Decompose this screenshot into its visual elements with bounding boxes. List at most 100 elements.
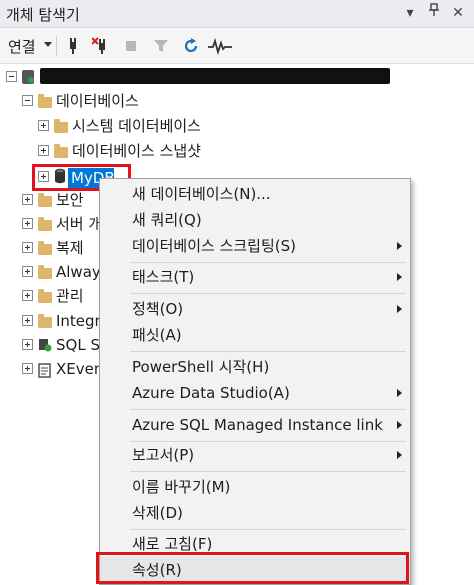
expand-toggle[interactable] — [22, 363, 33, 374]
folder-icon — [38, 193, 52, 207]
tree-node-server-objects[interactable]: 서버 개 — [0, 213, 103, 235]
folder-icon — [38, 217, 52, 231]
menu-item-script-database[interactable]: 데이터베이스 스크립팅(S) — [100, 233, 410, 259]
expand-toggle[interactable] — [22, 266, 33, 277]
folder-icon — [38, 265, 52, 279]
submenu-arrow-icon — [397, 421, 402, 429]
folder-icon — [54, 119, 68, 133]
database-icon — [54, 168, 66, 188]
menu-item-label: 새 데이터베이스(N)... — [132, 185, 271, 203]
expand-toggle[interactable] — [22, 194, 33, 205]
folder-icon — [54, 144, 68, 158]
tree-node-sql-agent[interactable]: SQL Se — [0, 334, 109, 359]
tree-node-integration[interactable]: Integra — [0, 310, 110, 332]
context-menu: 새 데이터베이스(N)... 새 쿼리(Q) 데이터베이스 스크립팅(S) 태스… — [99, 178, 411, 585]
tree-node-label: 시스템 데이터베이스 — [72, 117, 201, 135]
menu-item-policies[interactable]: 정책(O) — [100, 296, 410, 322]
tree-node-server[interactable] — [0, 66, 474, 88]
tree-node-label: 서버 개 — [56, 215, 103, 233]
menu-separator — [130, 293, 406, 294]
menu-item-label: 속성(R) — [132, 561, 182, 579]
menu-separator — [130, 262, 406, 263]
tree-node-database-snapshots[interactable]: 데이터베이스 스냅샷 — [0, 140, 300, 162]
expand-toggle[interactable] — [38, 120, 49, 131]
menu-separator — [130, 529, 406, 530]
folder-icon — [38, 314, 52, 328]
activity-monitor-icon[interactable] — [208, 37, 232, 56]
menu-item-label: PowerShell 시작(H) — [132, 358, 270, 376]
collapse-toggle[interactable] — [6, 71, 17, 82]
menu-item-label: 이름 바꾸기(M) — [132, 478, 231, 496]
menu-item-new-query[interactable]: 새 쿼리(Q) — [100, 207, 410, 233]
submenu-arrow-icon — [397, 389, 402, 397]
menu-item-label: Azure SQL Managed Instance link — [132, 416, 383, 434]
menu-item-start-powershell[interactable]: PowerShell 시작(H) — [100, 354, 410, 380]
menu-item-label: 삭제(D) — [132, 504, 183, 522]
tree-node-label: 복제 — [56, 239, 84, 257]
expand-toggle[interactable] — [22, 242, 33, 253]
connect-plug-icon[interactable] — [64, 37, 82, 55]
menu-item-azure-data-studio[interactable]: Azure Data Studio(A) — [100, 380, 410, 406]
expand-toggle[interactable] — [38, 171, 49, 182]
disconnect-icon[interactable] — [91, 37, 110, 55]
panel-titlebar: 개체 탐색기 ▾ ✕ — [0, 0, 474, 28]
menu-item-reports[interactable]: 보고서(P) — [100, 442, 410, 468]
menu-item-azure-sql-mi-link[interactable]: Azure SQL Managed Instance link — [100, 412, 410, 438]
expand-toggle[interactable] — [22, 339, 33, 350]
tree-node-label: 데이터베이스 스냅샷 — [72, 142, 201, 160]
connect-dropdown-icon[interactable] — [44, 42, 52, 47]
submenu-arrow-icon — [397, 242, 402, 250]
menu-item-refresh[interactable]: 새로 고침(F) — [100, 531, 410, 557]
menu-item-label: 태스크(T) — [132, 268, 195, 286]
close-icon[interactable]: ✕ — [448, 3, 468, 23]
tree-node-replication[interactable]: 복제 — [0, 237, 100, 259]
menu-item-delete[interactable]: 삭제(D) — [100, 500, 410, 526]
pin-icon[interactable] — [424, 3, 444, 23]
collapse-toggle[interactable] — [22, 95, 33, 106]
connect-button[interactable]: 연결 — [8, 36, 36, 57]
sql-agent-icon — [37, 337, 53, 359]
tree-node-label: 데이터베이스 — [56, 92, 139, 110]
menu-separator — [130, 409, 406, 410]
menu-item-new-database[interactable]: 새 데이터베이스(N)... — [100, 181, 410, 207]
submenu-arrow-icon — [397, 273, 402, 281]
server-name-redacted — [40, 68, 390, 84]
menu-item-label: 정책(O) — [132, 300, 184, 318]
menu-item-label: 데이터베이스 스크립팅(S) — [132, 237, 296, 255]
menu-item-properties[interactable]: 속성(R) — [100, 557, 410, 583]
menu-item-tasks[interactable]: 태스크(T) — [100, 264, 410, 290]
expand-toggle[interactable] — [22, 290, 33, 301]
menu-item-label: 패싯(A) — [132, 326, 182, 344]
menu-item-label: 새로 고침(F) — [132, 535, 213, 553]
refresh-icon[interactable] — [182, 37, 200, 55]
object-explorer-toolbar: 연결 — [0, 28, 474, 64]
tree-node-system-databases[interactable]: 시스템 데이터베이스 — [0, 115, 300, 137]
tree-node-xevent[interactable]: XEvent — [0, 358, 109, 380]
tree-node-security[interactable]: 보안 — [0, 189, 100, 211]
menu-separator — [130, 471, 406, 472]
stop-icon — [122, 37, 140, 55]
menu-item-facets[interactable]: 패싯(A) — [100, 322, 410, 348]
folder-icon — [38, 94, 52, 108]
menu-separator — [130, 351, 406, 352]
tree-node-always-on[interactable]: Always — [0, 261, 109, 283]
panel-title: 개체 탐색기 — [6, 6, 80, 24]
folder-icon — [38, 241, 52, 255]
xevent-icon — [38, 362, 52, 384]
expand-toggle[interactable] — [22, 315, 33, 326]
tree-node-databases[interactable]: 데이터베이스 — [0, 90, 300, 112]
tree-node-label: 보안 — [56, 191, 84, 209]
menu-item-label: Azure Data Studio(A) — [132, 384, 290, 402]
submenu-arrow-icon — [397, 305, 402, 313]
submenu-arrow-icon — [397, 451, 402, 459]
folder-icon — [38, 289, 52, 303]
filter-icon — [152, 37, 170, 55]
dropdown-arrow-icon[interactable]: ▾ — [400, 3, 420, 23]
expand-toggle[interactable] — [38, 145, 49, 156]
tree-node-label: 관리 — [56, 287, 84, 305]
toolbar-separator — [56, 36, 57, 56]
menu-item-rename[interactable]: 이름 바꾸기(M) — [100, 474, 410, 500]
expand-toggle[interactable] — [22, 218, 33, 229]
tree-node-management[interactable]: 관리 — [0, 285, 100, 307]
server-icon — [21, 69, 35, 91]
